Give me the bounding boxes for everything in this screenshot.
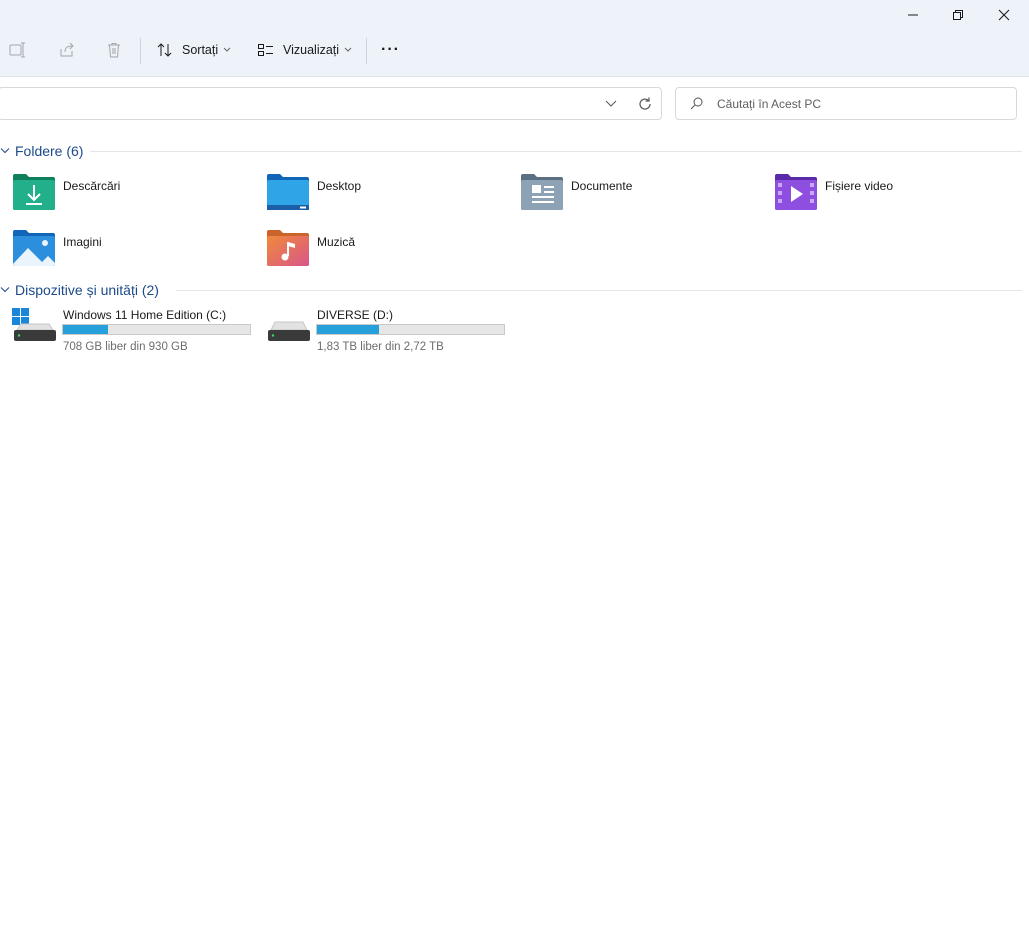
- restore-button[interactable]: [935, 0, 981, 30]
- videos-folder-icon: [775, 174, 817, 210]
- more-options-button[interactable]: ···: [381, 36, 400, 64]
- drive-usage-fill: [63, 325, 108, 334]
- chevron-down-icon: [0, 148, 10, 154]
- minimize-icon: [908, 14, 918, 16]
- folder-label: Muzică: [317, 235, 356, 249]
- folder-item-music[interactable]: Muzică: [254, 228, 504, 272]
- view-label: Vizualizați: [283, 43, 340, 57]
- folder-label: Desktop: [317, 179, 362, 193]
- drive-item-c[interactable]: Windows 11 Home Edition (C:) 708 GB libe…: [0, 308, 251, 358]
- folder-label: Imagini: [63, 235, 102, 249]
- folder-item-pictures[interactable]: Imagini: [0, 228, 250, 272]
- rename-icon: [9, 42, 25, 58]
- close-icon: [998, 9, 1010, 21]
- title-bar: Sortați Vizualizați ···: [0, 0, 1029, 77]
- section-title: Foldere (6): [15, 143, 84, 159]
- drive-name: Windows 11 Home Edition (C:): [63, 308, 227, 322]
- folder-label: Documente: [571, 179, 633, 193]
- minimize-button[interactable]: [890, 0, 936, 30]
- search-input[interactable]: Căutați în Acest PC: [675, 87, 1017, 120]
- devices-section-header[interactable]: Dispozitive și unități (2): [0, 280, 159, 300]
- sort-button[interactable]: Sortați: [156, 36, 231, 64]
- music-folder-icon: [267, 230, 309, 266]
- desktop-folder-icon: [267, 174, 309, 210]
- rename-button[interactable]: [9, 36, 27, 64]
- restore-icon: [953, 10, 963, 20]
- hard-drive-icon: [268, 321, 310, 341]
- pictures-folder-icon: [13, 230, 55, 266]
- documents-folder-icon: [521, 174, 563, 210]
- drive-usage-fill: [317, 325, 379, 334]
- delete-button[interactable]: [106, 36, 122, 64]
- drive-usage-bar: [316, 324, 505, 335]
- drive-free-space: 1,83 TB liber din 2,72 TB: [317, 341, 444, 353]
- folder-item-desktop[interactable]: Desktop: [254, 172, 504, 216]
- downloads-folder-icon: [13, 174, 55, 210]
- drive-free-space: 708 GB liber din 930 GB: [63, 341, 188, 353]
- drive-item-d[interactable]: DIVERSE (D:) 1,83 TB liber din 2,72 TB: [254, 308, 505, 358]
- trash-icon: [108, 43, 120, 58]
- drive-name: DIVERSE (D:): [317, 308, 394, 322]
- share-button[interactable]: [58, 36, 76, 64]
- section-title: Dispozitive și unități (2): [15, 282, 159, 298]
- more-options-icon: ···: [381, 41, 400, 58]
- folder-item-videos[interactable]: Fișiere video: [762, 172, 1012, 216]
- address-bar[interactable]: [0, 87, 662, 120]
- drive-usage-bar: [62, 324, 251, 335]
- section-divider: [90, 151, 1022, 152]
- share-icon: [60, 42, 74, 57]
- toolbar-divider: [366, 38, 367, 64]
- search-icon: [690, 97, 703, 110]
- sort-icon: [157, 43, 172, 57]
- folders-section-header[interactable]: Foldere (6): [0, 141, 83, 161]
- toolbar-divider: [140, 38, 141, 64]
- chevron-down-icon: [0, 287, 10, 293]
- chevron-down-icon: [223, 47, 231, 52]
- sort-label: Sortați: [182, 43, 219, 57]
- folder-label: Descărcări: [63, 179, 121, 193]
- folder-item-documents[interactable]: Documente: [508, 172, 758, 216]
- chevron-down-icon: [344, 47, 352, 52]
- chevron-down-icon[interactable]: [605, 100, 617, 108]
- search-placeholder: Căutați în Acest PC: [717, 96, 822, 111]
- close-button[interactable]: [981, 0, 1027, 30]
- view-icon: [258, 44, 273, 56]
- folder-item-downloads[interactable]: Descărcări: [0, 172, 250, 216]
- view-button[interactable]: Vizualizați: [257, 36, 352, 64]
- windows-drive-icon: [12, 308, 56, 341]
- refresh-icon[interactable]: [638, 97, 652, 111]
- folder-label: Fișiere video: [825, 179, 894, 193]
- section-divider: [176, 290, 1022, 291]
